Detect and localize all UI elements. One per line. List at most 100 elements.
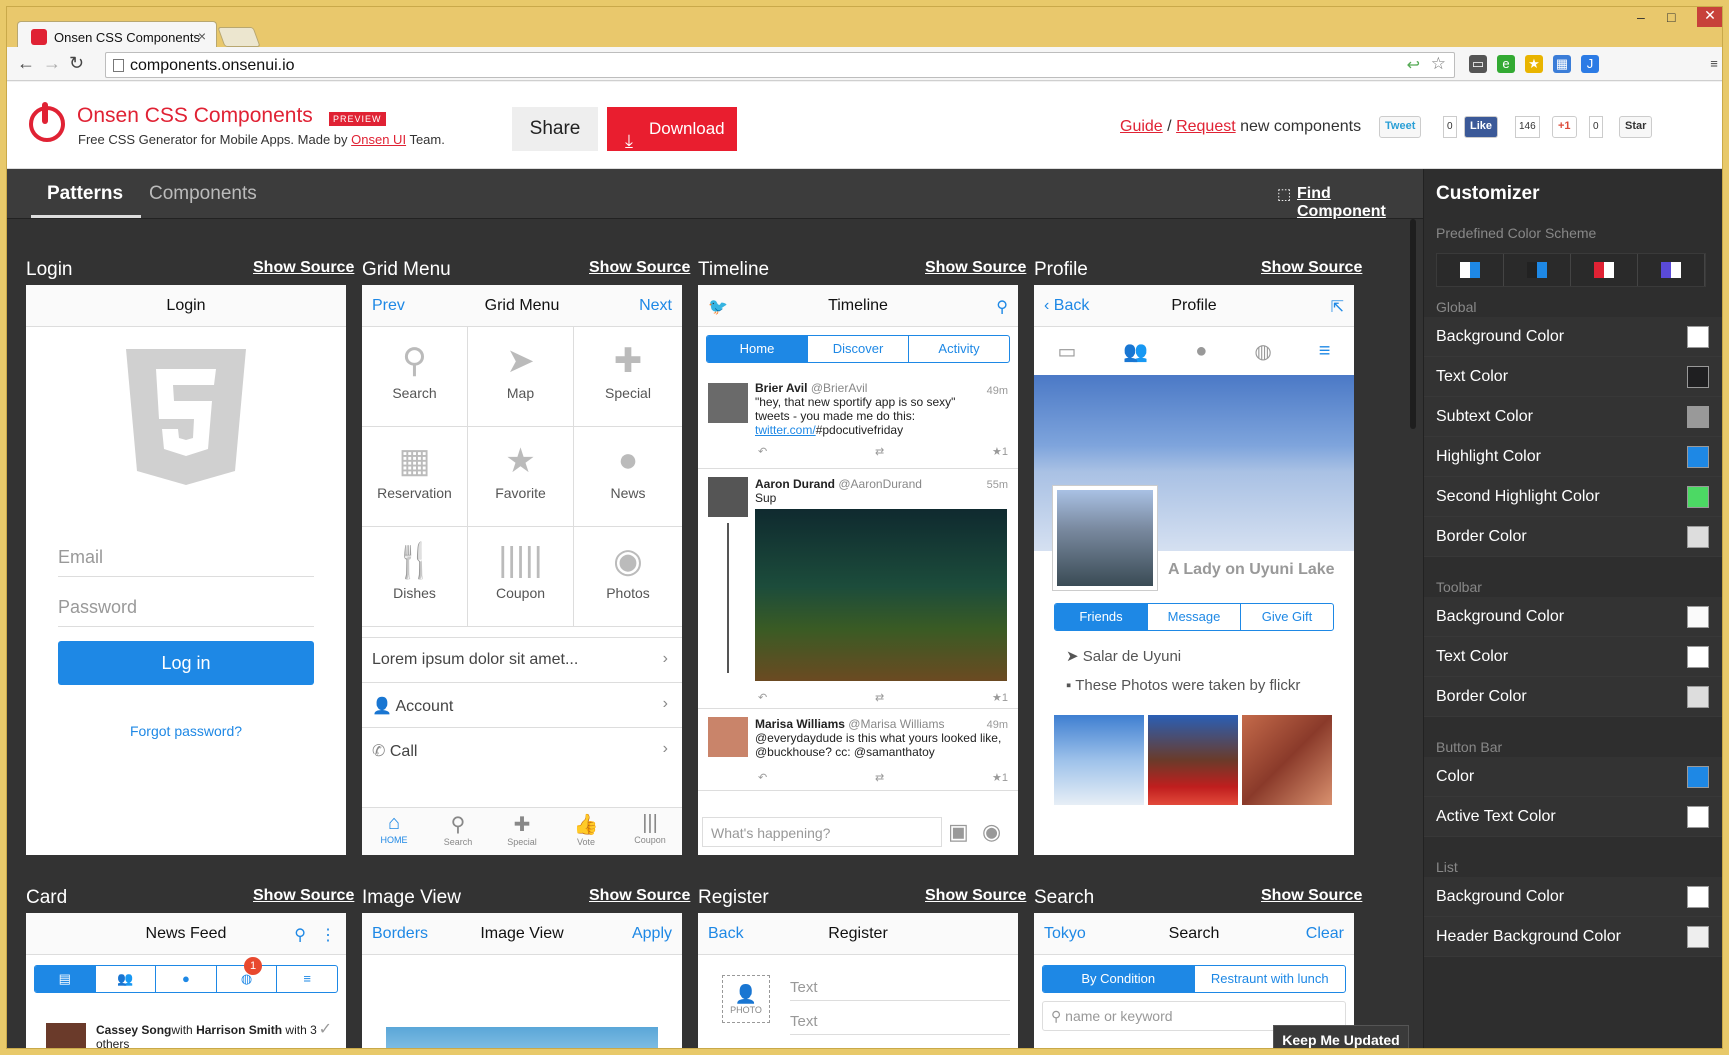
brand-title[interactable]: Onsen CSS Components <box>77 104 313 128</box>
reply-icon[interactable]: ↶ <box>758 445 767 458</box>
maximize-icon[interactable]: □ <box>1667 9 1675 25</box>
grid-item-map[interactable]: ➤ Map <box>468 327 574 427</box>
tabbar-home[interactable]: ⌂ HOME <box>362 808 426 855</box>
scheme-option-2[interactable] <box>1504 254 1571 286</box>
gallery-photo[interactable] <box>1242 715 1332 805</box>
guide-link[interactable]: Guide <box>1120 118 1163 135</box>
seg-home[interactable]: Home <box>707 336 808 362</box>
customizer-row[interactable]: Header Background Color <box>1424 917 1722 957</box>
next-button[interactable]: Next <box>639 297 672 315</box>
tweet-link[interactable]: twitter.com/ <box>755 423 816 437</box>
request-link[interactable]: Request <box>1176 118 1236 135</box>
camera-icon[interactable]: ◉ <box>982 819 1001 845</box>
card-icon[interactable]: ▭ <box>1057 339 1076 364</box>
chevron-down-icon[interactable]: ✓ <box>319 1019 332 1039</box>
password-field[interactable]: Password <box>58 585 314 627</box>
close-window-icon[interactable]: ✕ <box>1697 7 1722 27</box>
card-show-source[interactable]: Show Source <box>253 887 354 905</box>
evernote-icon[interactable]: e <box>1497 55 1515 73</box>
gplus-button[interactable]: +1 <box>1552 116 1577 138</box>
tweet-item[interactable]: 49m Brier Avil @BrierAvil "hey, that new… <box>698 373 1018 469</box>
retweet-icon[interactable]: ⇄ <box>875 771 884 784</box>
extension-arrow-icon[interactable]: ↩ <box>1407 55 1420 75</box>
login-show-source[interactable]: Show Source <box>253 259 354 277</box>
email-field[interactable]: Email <box>58 535 314 577</box>
color-swatch[interactable] <box>1687 646 1709 668</box>
reply-icon[interactable]: ↶ <box>758 771 767 784</box>
color-swatch[interactable] <box>1687 366 1709 388</box>
seg-by-condition[interactable]: By Condition <box>1043 966 1195 992</box>
card-author[interactable]: Cassey Song <box>96 1023 171 1037</box>
favorite-count[interactable]: ★1 <box>992 445 1008 458</box>
grid-show-source[interactable]: Show Source <box>589 259 690 277</box>
tabbar-vote[interactable]: 👍 Vote <box>554 808 618 855</box>
grid-item-reservation[interactable]: ▦ Reservation <box>362 427 468 527</box>
color-swatch[interactable] <box>1687 486 1709 508</box>
onsen-ui-link[interactable]: Onsen UI <box>351 132 406 147</box>
scheme-option-1[interactable] <box>1437 254 1504 286</box>
search-icon[interactable]: ⚲ <box>996 297 1008 317</box>
keep-me-updated-button[interactable]: Keep Me Updated <box>1273 1025 1409 1048</box>
search-icon[interactable]: ⚲ <box>294 925 306 945</box>
customizer-row[interactable]: Highlight Color <box>1424 437 1722 477</box>
login-button[interactable]: Log in <box>58 641 314 685</box>
color-swatch[interactable] <box>1687 606 1709 628</box>
image-show-source[interactable]: Show Source <box>589 887 690 905</box>
favorite-count[interactable]: ★1 <box>992 691 1008 704</box>
search-show-source[interactable]: Show Source <box>1261 887 1362 905</box>
customizer-row[interactable]: Border Color <box>1424 517 1722 557</box>
timeline-show-source[interactable]: Show Source <box>925 259 1026 277</box>
list-item-account[interactable]: 👤 Account › <box>362 682 682 727</box>
reload-icon[interactable]: ↻ <box>69 53 84 74</box>
download-button[interactable]: ⤓ Download <box>607 107 737 151</box>
image-icon[interactable]: ▣ <box>948 819 969 845</box>
apply-button[interactable]: Apply <box>632 925 672 943</box>
external-link-icon[interactable]: ⇱ <box>1331 297 1344 317</box>
address-bar[interactable]: components.onsenui.io ↩ ☆ <box>105 52 1455 78</box>
gallery-photo[interactable] <box>1148 715 1238 805</box>
profile-show-source[interactable]: Show Source <box>1261 259 1362 277</box>
minimize-icon[interactable]: – <box>1637 9 1645 25</box>
seg-chat-icon[interactable]: ● <box>156 966 217 992</box>
like-button[interactable]: Like <box>1464 116 1499 138</box>
grid-item-photos[interactable]: ◉ Photos <box>574 527 682 627</box>
grid-item-search[interactable]: ⚲ Search <box>362 327 468 427</box>
find-component-link[interactable]: Find Component <box>1297 185 1423 221</box>
register-field-2[interactable]: Text <box>790 1005 1010 1035</box>
grid-item-special[interactable]: ✚ Special <box>574 327 682 427</box>
grid-item-coupon[interactable]: ||||| Coupon <box>468 527 574 627</box>
customizer-row[interactable]: Border Color <box>1424 677 1722 717</box>
globe-icon[interactable]: ◍ <box>1254 339 1271 364</box>
customizer-row[interactable]: Text Color <box>1424 637 1722 677</box>
retweet-icon[interactable]: ⇄ <box>875 445 884 458</box>
clear-button[interactable]: Clear <box>1306 925 1344 943</box>
chat-icon[interactable]: ● <box>1195 340 1207 363</box>
seg-discover[interactable]: Discover <box>808 336 909 362</box>
tab-components[interactable]: Components <box>149 183 257 205</box>
seg-menu-icon[interactable]: ≡ <box>277 966 337 992</box>
customizer-row[interactable]: Text Color <box>1424 357 1722 397</box>
photo-upload[interactable]: 👤 PHOTO <box>722 975 770 1023</box>
color-swatch[interactable] <box>1687 806 1709 828</box>
gallery-photo[interactable] <box>1054 715 1144 805</box>
seg-message[interactable]: Message <box>1148 604 1241 630</box>
profile-photo-frame[interactable] <box>1052 485 1158 591</box>
card-other[interactable]: Harrison Smith <box>196 1023 282 1037</box>
color-swatch[interactable] <box>1687 326 1709 348</box>
color-swatch[interactable] <box>1687 886 1709 908</box>
grid-item-favorite[interactable]: ★ Favorite <box>468 427 574 527</box>
color-swatch[interactable] <box>1687 766 1709 788</box>
customizer-row[interactable]: Subtext Color <box>1424 397 1722 437</box>
color-swatch[interactable] <box>1687 526 1709 548</box>
color-swatch[interactable] <box>1687 406 1709 428</box>
tabbar-search[interactable]: ⚲ Search <box>426 808 490 855</box>
color-swatch[interactable] <box>1687 926 1709 948</box>
share-button[interactable]: Share <box>512 107 598 151</box>
register-field-1[interactable]: Text <box>790 971 1010 1001</box>
jetbrains-ext-icon[interactable]: J <box>1581 55 1599 73</box>
forest-photo[interactable] <box>755 509 1007 681</box>
new-tab-button[interactable] <box>217 27 261 47</box>
seg-restaurant-lunch[interactable]: Restraunt with lunch <box>1195 966 1346 992</box>
customizer-row[interactable]: Active Text Color <box>1424 797 1722 837</box>
tweet-item[interactable]: 49m Marisa Williams @Marisa Williams @ev… <box>698 709 1018 791</box>
